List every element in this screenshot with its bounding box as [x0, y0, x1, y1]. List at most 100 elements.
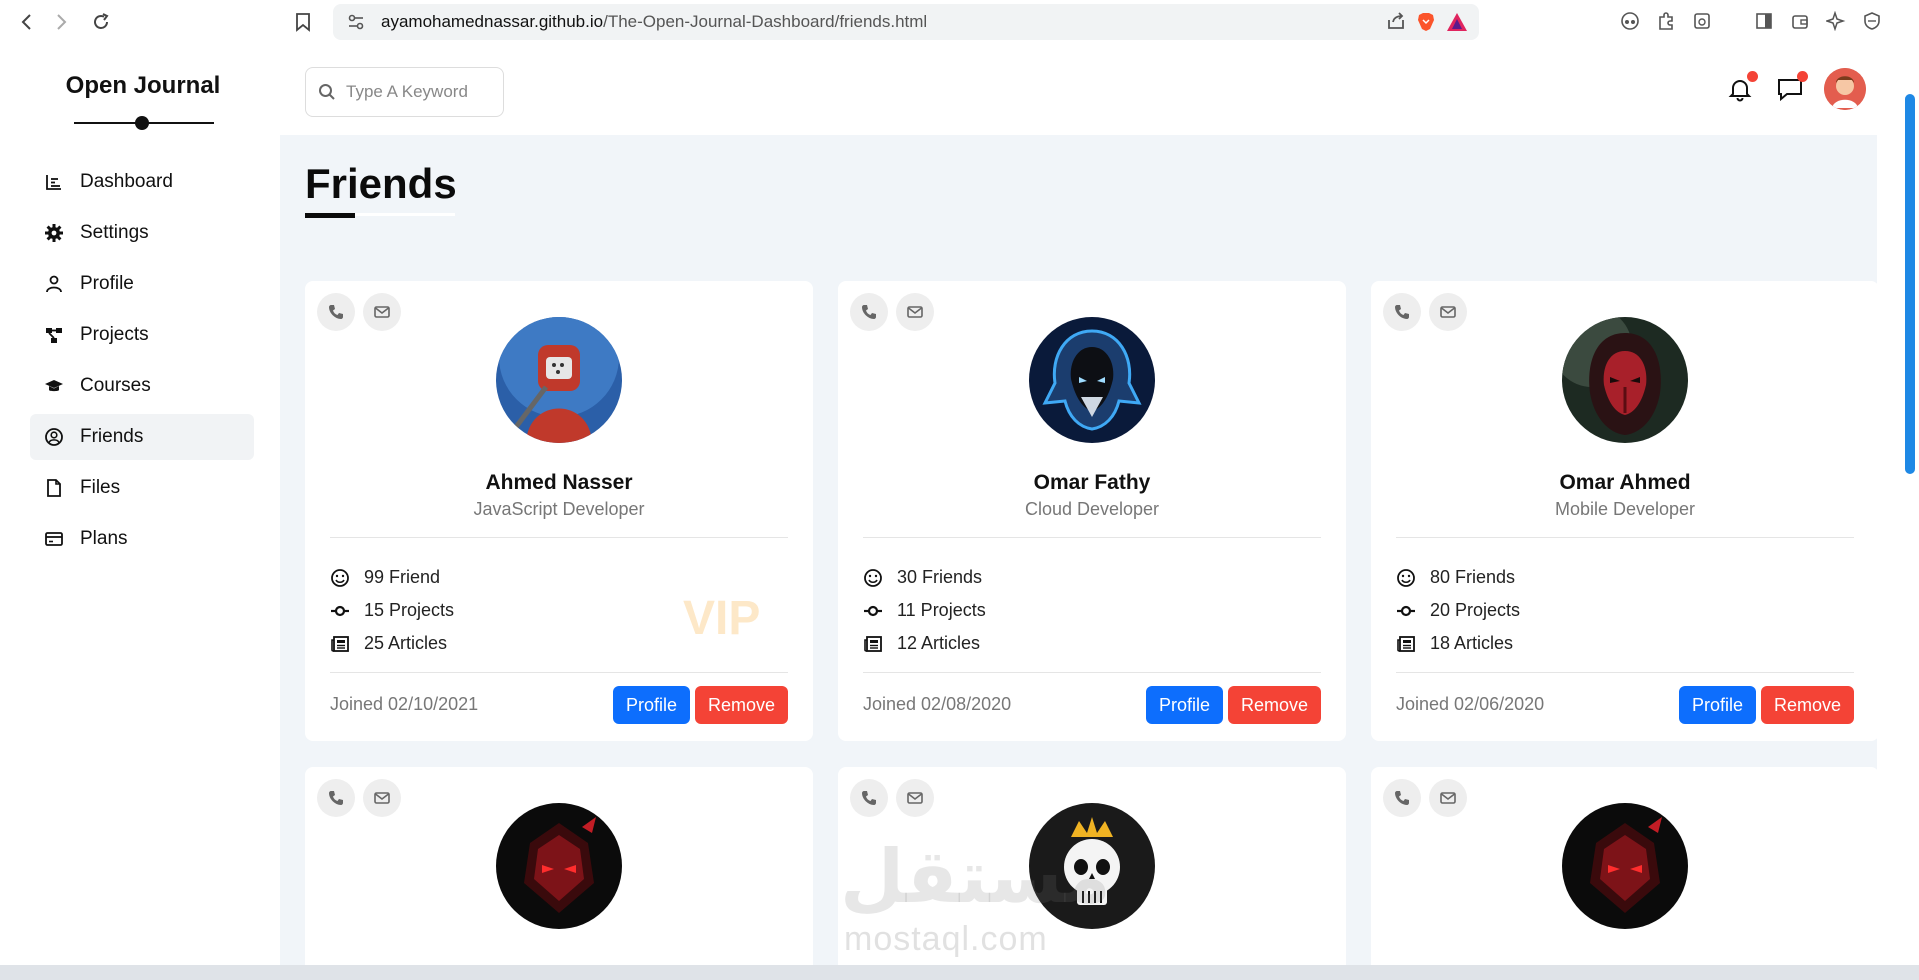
- bookmark-icon[interactable]: [286, 5, 320, 39]
- stat-articles-text: 12 Articles: [897, 633, 981, 653]
- rewards-icon[interactable]: [1445, 11, 1469, 33]
- sidebar-toggle-icon[interactable]: [1751, 8, 1777, 34]
- share-icon[interactable]: [1385, 10, 1407, 37]
- sidebar-item-label: Dashboard: [80, 171, 173, 192]
- contact-buttons: [1383, 293, 1467, 331]
- sidebar: Open Journal Dashboard Settings Profile …: [6, 48, 280, 965]
- commit-icon: [864, 605, 882, 616]
- joined-date: Joined 02/10/2021: [330, 694, 479, 714]
- sidebar-item-label: Plans: [80, 528, 128, 549]
- friend-role: Cloud Developer: [1024, 499, 1160, 519]
- scrollbar-thumb[interactable]: [1905, 94, 1915, 474]
- phone-icon[interactable]: [1383, 293, 1421, 331]
- file-icon: [47, 479, 61, 497]
- site-settings-icon[interactable]: [345, 11, 367, 33]
- smile-icon: [1397, 568, 1415, 587]
- brand-title[interactable]: Open Journal: [6, 72, 280, 100]
- brave-shield-icon[interactable]: [1415, 11, 1437, 33]
- remove-button[interactable]: Remove: [1760, 686, 1854, 724]
- stat-friends: 99 Friend: [330, 561, 454, 594]
- phone-icon[interactable]: [850, 293, 888, 331]
- stat-articles: 25 Articles: [330, 627, 454, 660]
- incognito-icon[interactable]: [1617, 8, 1643, 34]
- friend-avatar: [496, 803, 622, 929]
- search-input[interactable]: [346, 82, 496, 102]
- mail-icon[interactable]: [1429, 293, 1467, 331]
- commit-icon: [331, 605, 349, 616]
- friend-avatar: [1029, 803, 1155, 929]
- sidebar-item-profile[interactable]: Profile: [30, 261, 254, 307]
- mail-icon[interactable]: [896, 779, 934, 817]
- friend-stats: 30 Friends 11 Projects 12 Articles: [863, 561, 986, 660]
- divider: [863, 537, 1321, 538]
- smile-icon: [331, 568, 349, 587]
- divider: [1725, 8, 1741, 34]
- friend-card: Omar Fathy Cloud Developer 30 Friends 11…: [838, 281, 1346, 741]
- profile-button[interactable]: Profile: [612, 686, 690, 724]
- profile-button[interactable]: Profile: [1145, 686, 1223, 724]
- main-content: Friends Ahmed Nasser JavaScript Develope…: [280, 48, 1877, 965]
- stat-projects-text: 20 Projects: [1430, 600, 1521, 620]
- friend-role: Mobile Developer: [1554, 499, 1696, 519]
- remove-button[interactable]: Remove: [1227, 686, 1321, 724]
- phone-icon[interactable]: [850, 779, 888, 817]
- contact-buttons: [317, 779, 401, 817]
- stat-projects: 11 Projects: [863, 594, 986, 627]
- url-host: ayamohamednassar.github.io: [381, 12, 604, 31]
- sidebar-item-projects[interactable]: Projects: [30, 312, 254, 358]
- browser-toolbar: ayamohamednassar.github.io/The-Open-Jour…: [0, 0, 1919, 44]
- notification-dot: [1747, 71, 1758, 82]
- scrollbar-track[interactable]: [1877, 44, 1919, 965]
- profile-button[interactable]: Profile: [1678, 686, 1756, 724]
- wallet-icon[interactable]: [1787, 8, 1813, 34]
- sidebar-item-plans[interactable]: Plans: [30, 516, 254, 562]
- friend-card: [305, 767, 813, 965]
- divider: [1396, 537, 1854, 538]
- sidebar-item-label: Projects: [80, 324, 149, 345]
- forward-icon[interactable]: [44, 5, 78, 39]
- commit-icon: [1397, 605, 1415, 616]
- avatar[interactable]: [1824, 68, 1866, 110]
- search-box[interactable]: [305, 67, 504, 117]
- sidebar-item-dashboard[interactable]: Dashboard: [30, 159, 254, 205]
- bell-icon[interactable]: [1724, 71, 1758, 105]
- sidebar-item-settings[interactable]: Settings: [30, 210, 254, 256]
- mail-icon[interactable]: [896, 293, 934, 331]
- stat-projects-text: 11 Projects: [897, 600, 986, 620]
- phone-icon[interactable]: [1383, 779, 1421, 817]
- leo-ai-icon[interactable]: [1823, 8, 1849, 34]
- phone-icon[interactable]: [317, 779, 355, 817]
- sidebar-item-friends[interactable]: Friends: [30, 414, 254, 460]
- friend-card: Ahmed Nasser JavaScript Developer 99 Fri…: [305, 281, 813, 741]
- chat-icon[interactable]: [1774, 71, 1808, 105]
- friend-name: Ahmed Nasser: [485, 471, 633, 494]
- reload-icon[interactable]: [84, 5, 118, 39]
- graduation-cap-icon: [45, 380, 63, 392]
- sidebar-item-label: Friends: [80, 426, 144, 447]
- mail-icon[interactable]: [1429, 779, 1467, 817]
- stat-articles-text: 18 Articles: [1430, 633, 1514, 653]
- sidebar-item-files[interactable]: Files: [30, 465, 254, 511]
- mail-icon[interactable]: [363, 779, 401, 817]
- stat-friends: 30 Friends: [863, 561, 986, 594]
- friend-name: Omar Fathy: [1033, 471, 1151, 494]
- diagram-icon: [46, 328, 62, 343]
- stat-projects: 15 Projects: [330, 594, 454, 627]
- address-bar[interactable]: ayamohamednassar.github.io/The-Open-Jour…: [333, 4, 1479, 40]
- sidebar-item-label: Files: [80, 477, 121, 498]
- stat-friends-text: 80 Friends: [1430, 567, 1516, 587]
- vpn-icon[interactable]: [1859, 8, 1885, 34]
- phone-icon[interactable]: [317, 293, 355, 331]
- sidebar-item-label: Courses: [80, 375, 151, 396]
- mail-icon[interactable]: [363, 293, 401, 331]
- sidebar-item-courses[interactable]: Courses: [30, 363, 254, 409]
- contact-buttons: [317, 293, 401, 331]
- user-circle-icon: [45, 428, 63, 446]
- back-icon[interactable]: [10, 5, 44, 39]
- stat-articles: 12 Articles: [863, 627, 986, 660]
- newspaper-icon: [864, 635, 882, 652]
- search-icon: [319, 84, 335, 100]
- remove-button[interactable]: Remove: [694, 686, 788, 724]
- extensions-icon[interactable]: [1653, 8, 1679, 34]
- reader-icon[interactable]: [1689, 8, 1715, 34]
